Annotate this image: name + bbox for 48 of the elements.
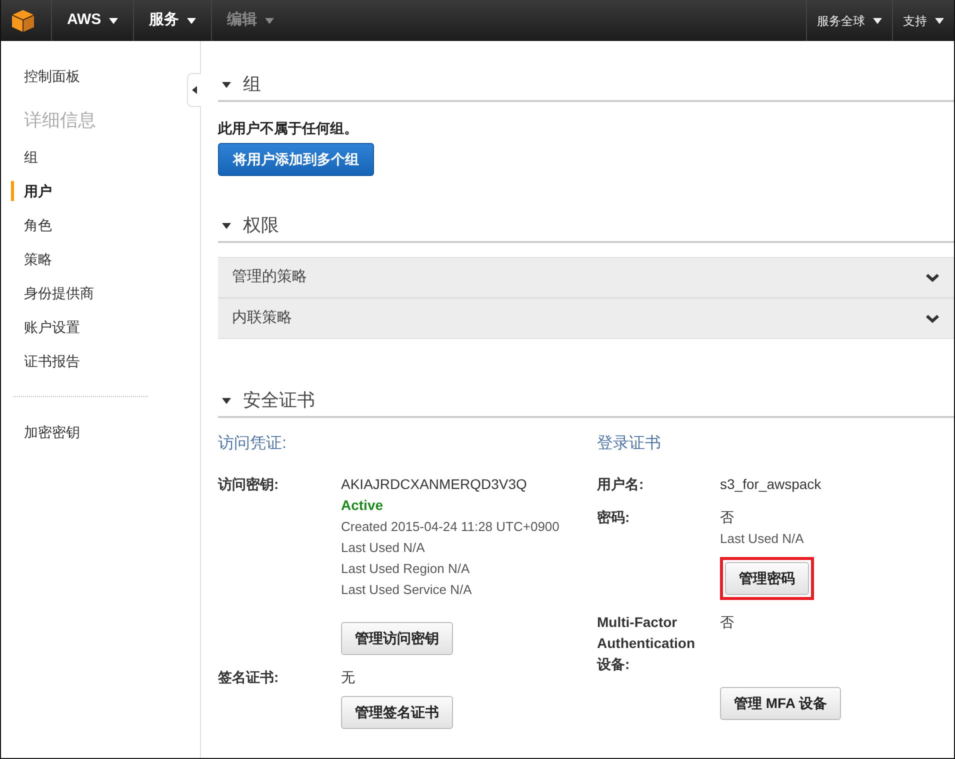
sidebar-item[interactable]: 加密密钥: [11, 415, 170, 449]
field-label: 用户名:: [597, 475, 645, 494]
field-label: 访问密钥:: [218, 475, 280, 494]
sidebar-item[interactable]: 组: [11, 140, 170, 174]
field-value: Last Used N/A: [720, 530, 805, 548]
field-value: Last Used Region N/A: [341, 560, 471, 578]
manage-button[interactable]: 管理访问密钥: [341, 622, 453, 655]
section-header[interactable]: 组: [218, 71, 954, 102]
column-title: 访问凭证:: [218, 434, 288, 454]
field-value: Created 2015-04-24 11:28 UTC+0900: [341, 518, 560, 536]
manage-button[interactable]: 管理密码: [725, 562, 809, 595]
manage-button[interactable]: 管理 MFA 设备: [720, 687, 841, 720]
menu-button[interactable]: 服务全球: [806, 0, 892, 41]
field-value: s3_for_awspack: [720, 475, 822, 494]
message-text: 此用户不属于任何组。: [218, 119, 359, 138]
section-header[interactable]: 安全证书: [218, 387, 954, 418]
sidebar-item[interactable]: 证书报告: [11, 344, 170, 378]
panel-title: 内联策略: [232, 308, 292, 328]
menu-button[interactable]: 服务: [133, 0, 212, 41]
field-value: 否: [720, 508, 735, 527]
manage-button[interactable]: 管理签名证书: [341, 696, 453, 729]
sidebar-item[interactable]: 用户: [11, 181, 200, 201]
menu-button[interactable]: AWS: [51, 0, 134, 41]
policy-panel[interactable]: 内联策略: [218, 298, 954, 339]
menu-button[interactable]: 支持: [892, 0, 954, 41]
field-label: 密码:: [597, 508, 631, 527]
field-label: Multi-Factor Authentication 设备:: [597, 613, 696, 674]
sidebar-item[interactable]: 账户设置: [11, 310, 170, 344]
field-label: 签名证书:: [218, 668, 280, 687]
section-title: 权限: [243, 214, 279, 237]
section-title: 安全证书: [243, 389, 315, 412]
column-title: 登录证书: [597, 434, 662, 454]
policy-panel[interactable]: 管理的策略: [218, 257, 954, 298]
section-header[interactable]: 权限: [218, 212, 954, 243]
field-value: 无: [341, 668, 356, 687]
add-to-groups-button[interactable]: 将用户添加到多个组: [218, 143, 374, 176]
sidebar-item[interactable]: 策略: [11, 242, 170, 276]
sidebar-item[interactable]: 角色: [11, 208, 170, 242]
field-value: 否: [720, 613, 734, 632]
sidebar-item[interactable]: 控制面板: [11, 59, 170, 93]
panel-title: 管理的策略: [232, 267, 307, 288]
section-title: 组: [243, 73, 261, 96]
sidebar-item[interactable]: 身份提供商: [11, 276, 170, 310]
field-value: AKIAJRDCXANMERQD3V3Q: [341, 475, 528, 494]
field-value: Last Used Service N/A: [341, 581, 473, 599]
status-text: Active: [341, 496, 384, 515]
field-value: Last Used N/A: [341, 539, 426, 557]
sidebar-heading: 详细信息: [23, 109, 97, 132]
